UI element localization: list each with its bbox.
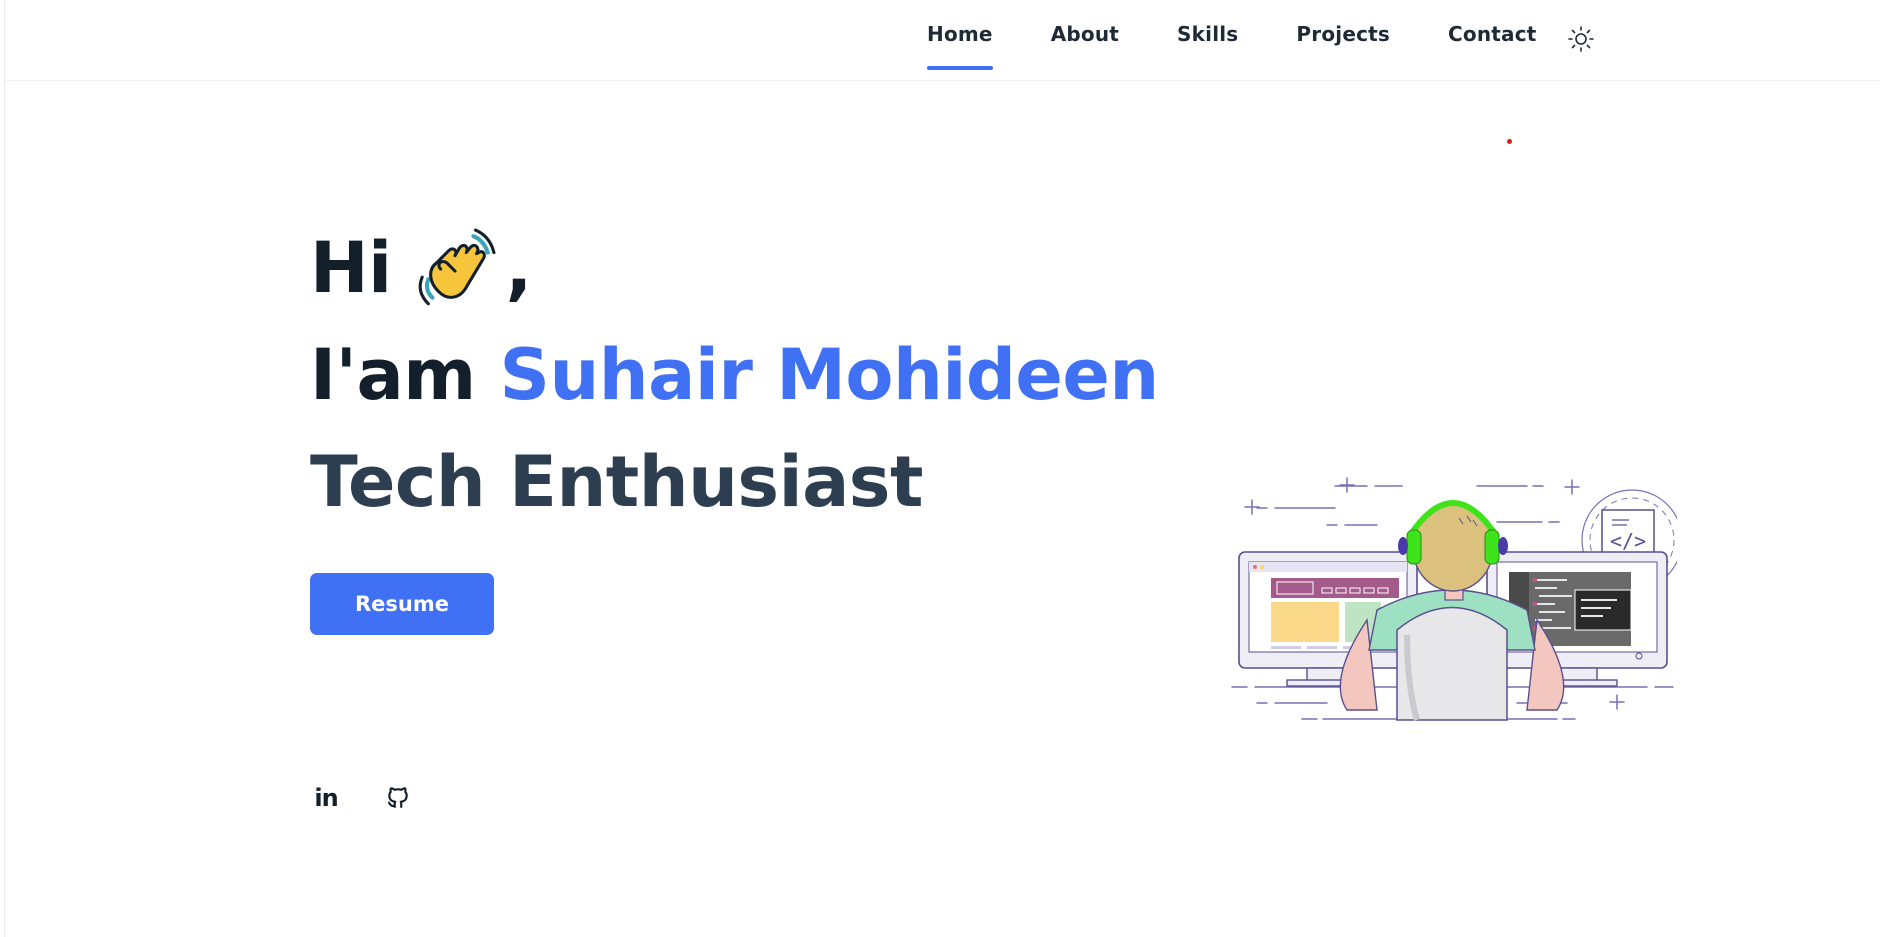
social-links: in [313,784,411,812]
hero-name: Suhair Mohideen [499,334,1160,416]
linkedin-icon: in [314,784,338,812]
theme-toggle-button[interactable] [1566,24,1596,54]
nav-item-projects[interactable]: Projects [1296,22,1390,70]
hero-greeting: Hi , [310,215,1159,322]
sun-icon [1568,26,1594,52]
page: Home About Skills Projects Contact Hi , … [4,0,1880,937]
resume-button[interactable]: Resume [310,573,494,635]
indicator-dot [1507,139,1512,144]
hero-intro: I'am Suhair Mohideen [310,322,1159,429]
greeting-suffix: , [505,227,533,309]
nav-item-skills[interactable]: Skills [1177,22,1238,70]
github-icon [387,787,408,808]
nav-item-contact[interactable]: Contact [1448,22,1537,70]
main-nav: Home About Skills Projects Contact [927,22,1595,70]
linkedin-link[interactable]: in [313,784,339,812]
hero-section: Hi , I'am Suhair Mohideen Tech Enthusias… [310,215,1159,536]
intro-text: I'am [310,334,500,416]
svg-text:</>: </> [1610,529,1646,553]
hero-role: Tech Enthusiast [310,441,923,523]
nav-item-about[interactable]: About [1051,22,1119,70]
site-header: Home About Skills Projects Contact [5,0,1880,81]
waving-hand-icon [418,228,496,305]
greeting-text: Hi [310,227,392,309]
developer-illustration: </> [1231,477,1677,721]
github-link[interactable] [385,785,411,811]
nav-item-home[interactable]: Home [927,22,993,70]
